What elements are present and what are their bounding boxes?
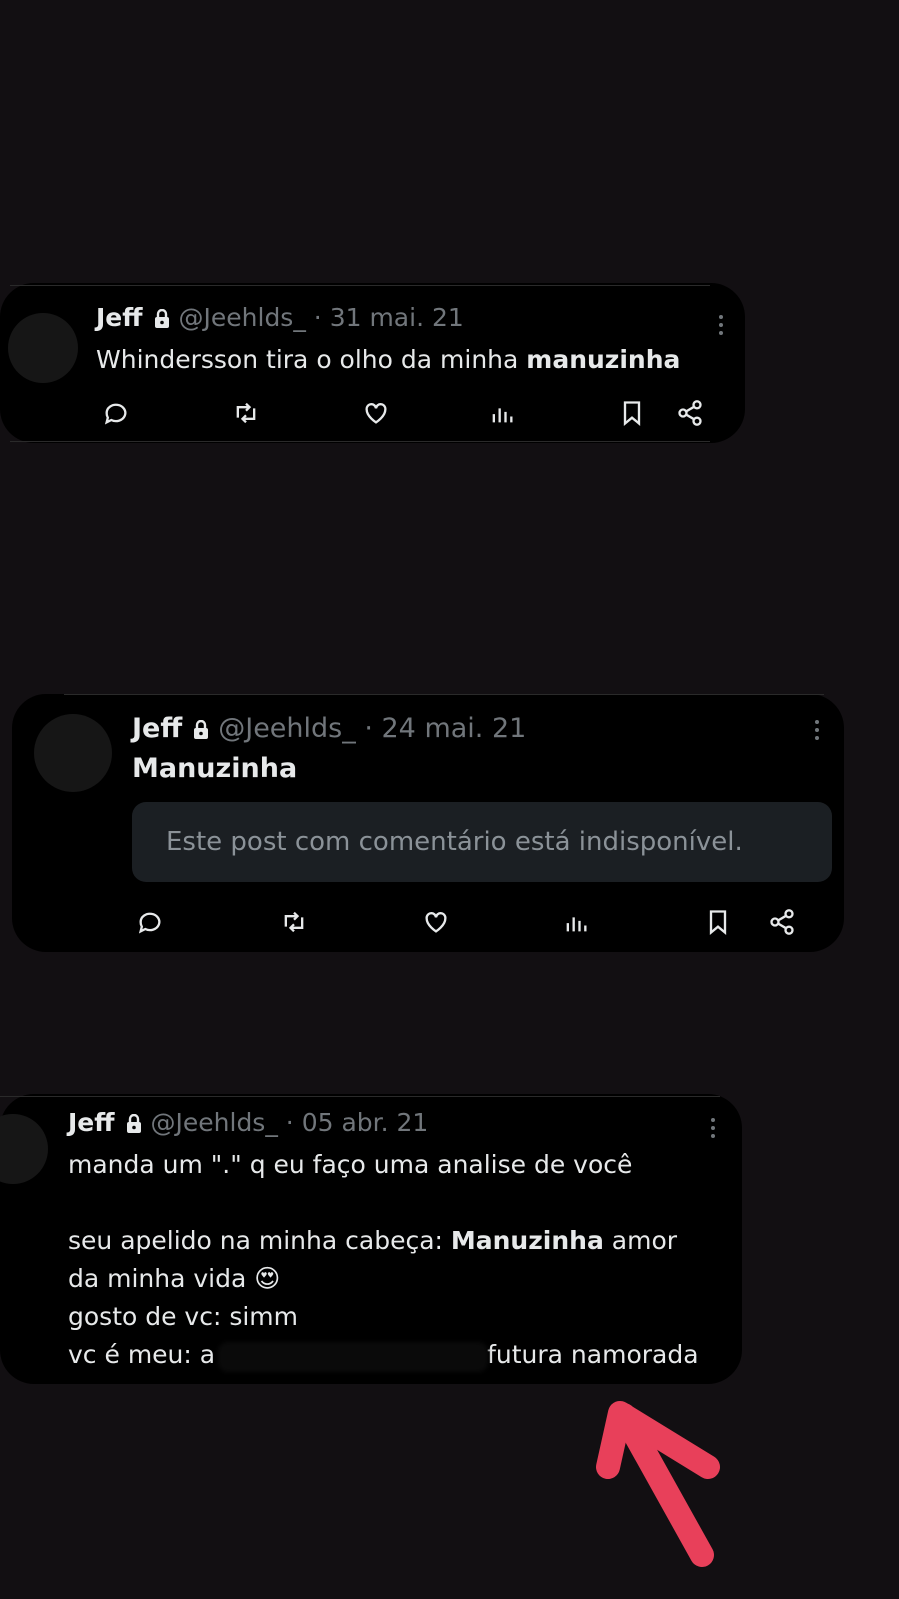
tweet-date[interactable]: · 24 mai. 21 [364,713,526,744]
redaction-scribble [218,1342,488,1372]
share-icon[interactable] [676,399,704,427]
lock-icon [125,1111,143,1141]
retweet-icon[interactable] [232,399,260,427]
quoted-post-unavailable[interactable]: Este post com comentário está indisponív… [132,802,832,882]
author-handle[interactable]: @Jeehlds_ [151,1108,278,1137]
bookmark-icon[interactable] [704,908,732,936]
author-name[interactable]: Jeff [96,303,143,332]
more-icon[interactable] [718,315,724,339]
tweet-card-3[interactable]: Jeff @Jeehlds_ · 05 abr. 21 manda um "." … [0,1094,742,1384]
avatar[interactable] [34,714,112,792]
avatar[interactable] [8,313,78,383]
author-handle[interactable]: @Jeehlds_ [218,713,356,744]
tweet-text: manda um "." q eu faço uma analise de vo… [68,1146,699,1374]
share-icon[interactable] [768,908,796,936]
tweet-line: seu apelido na minha cabeça: Manuzinha a… [68,1226,678,1255]
reply-icon[interactable] [136,908,164,936]
red-arrow-annotation [590,1395,740,1579]
like-icon[interactable] [362,399,390,427]
tweet-text: Manuzinha [132,753,298,784]
tweet-card-1[interactable]: Jeff @Jeehlds_ · 31 mai. 21 Whindersson t… [0,283,745,443]
tweet-actions [136,908,826,938]
tweet-line: gosto de vc: simm [68,1302,299,1331]
tweet-header: Jeff @Jeehlds_ · 24 mai. 21 [132,714,526,747]
tweet-header: Jeff @Jeehlds_ · 05 abr. 21 [68,1108,428,1141]
tweet-date[interactable]: · 31 mai. 21 [314,303,464,332]
tweet-text: Whindersson tira o olho da minha manuzin… [96,345,681,374]
views-icon[interactable] [488,399,516,427]
avatar[interactable] [0,1114,48,1184]
more-icon[interactable] [710,1118,716,1142]
tweet-header: Jeff @Jeehlds_ · 31 mai. 21 [96,303,464,336]
lock-icon [153,306,171,336]
tweet-line: da minha vida 😍 [68,1264,281,1293]
more-icon[interactable] [814,720,820,744]
tweet-actions [102,399,722,429]
author-name[interactable]: Jeff [68,1108,115,1137]
lock-icon [192,717,210,747]
views-icon[interactable] [562,908,590,936]
bookmark-icon[interactable] [618,399,646,427]
retweet-icon[interactable] [280,908,308,936]
tweet-line: manda um "." q eu faço uma analise de vo… [68,1150,633,1179]
tweet-line: vc é meu: a futura namorada [68,1336,699,1374]
author-handle[interactable]: @Jeehlds_ [179,303,306,332]
tweet-date[interactable]: · 05 abr. 21 [286,1108,429,1137]
author-name[interactable]: Jeff [132,713,182,744]
reply-icon[interactable] [102,399,130,427]
like-icon[interactable] [422,908,450,936]
tweet-card-2[interactable]: Jeff @Jeehlds_ · 24 mai. 21 Manuzinha Est… [12,694,844,952]
